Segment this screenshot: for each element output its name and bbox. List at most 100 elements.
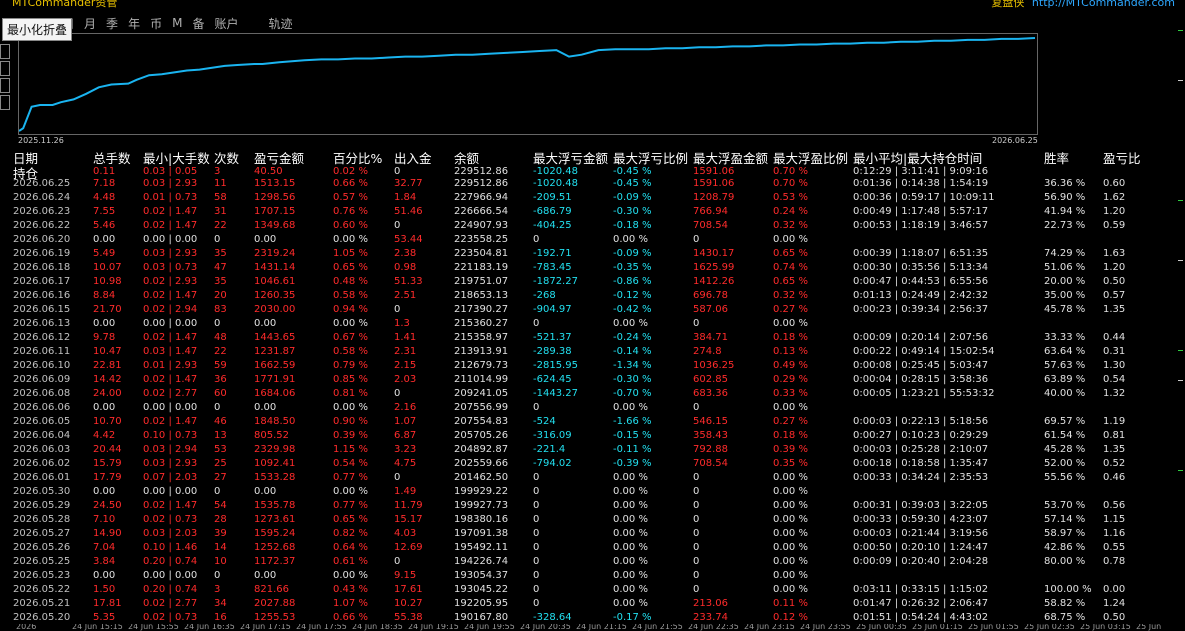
row-flow: 51.46	[394, 206, 423, 217]
row-maxddpct: -0.09 %	[613, 192, 652, 203]
row-maxddpct: 0.00 %	[613, 514, 648, 525]
row-maxddpct: 0.00 %	[613, 556, 648, 567]
row-lots: 21.70	[93, 304, 122, 315]
row-balance: 223504.81	[454, 248, 509, 259]
row-maxfp: 1208.79	[693, 192, 735, 203]
row-win: 40.00 %	[1044, 388, 1086, 399]
row-date: 2026.05.22	[13, 584, 71, 595]
row-maxdd: -1443.27	[533, 388, 578, 399]
header-maxddpct: 最大浮亏比例	[613, 151, 689, 166]
row-maxdd: -209.51	[533, 192, 572, 203]
row-pnl: 2319.24	[254, 248, 296, 259]
equity-chart	[18, 33, 1038, 135]
toolbar-icon-1[interactable]	[0, 44, 10, 59]
brand-url[interactable]: http://MTCommander.com	[1032, 0, 1175, 9]
tab-month[interactable]: 月	[84, 15, 96, 32]
row-maxddpct: -0.45 %	[613, 178, 652, 189]
row-pct: 0.43 %	[333, 584, 368, 595]
tab-currency[interactable]: 币	[150, 15, 162, 32]
row-date: 2026.06.17	[13, 276, 71, 287]
time-axis-label: 24 Jun 16:35	[184, 624, 235, 631]
row-lots: 24.50	[93, 500, 122, 511]
row-maxfp: 0	[693, 402, 700, 413]
row-maxdd: -521.37	[533, 332, 572, 343]
row-pf: 0.44	[1103, 332, 1126, 343]
row-hold: 0:00:49 | 1:17:48 | 5:57:17	[853, 206, 989, 217]
tab-quarter[interactable]: 季	[106, 15, 118, 32]
row-maxdd: -1872.27	[533, 276, 578, 287]
row-maxddpct: -0.14 %	[613, 346, 652, 357]
row-pct: 0.65 %	[333, 262, 368, 273]
row-maxfppct: 0.35 %	[773, 458, 808, 469]
tab-notes[interactable]: 备	[192, 15, 204, 32]
header-pf: 盈亏比	[1103, 151, 1141, 166]
row-lots: 20.44	[93, 444, 122, 455]
tab-m[interactable]: M	[172, 16, 182, 30]
row-balance: 190167.80	[454, 612, 509, 623]
row-win: 45.78 %	[1044, 304, 1086, 315]
row-pf: 1.62	[1103, 192, 1126, 203]
row-minmax: 0.02 | 0.73	[143, 612, 198, 623]
row-win: 80.00 %	[1044, 556, 1086, 567]
row-pct: 0.77 %	[333, 472, 368, 483]
row-maxfp: 792.88	[693, 444, 728, 455]
toolbar-icon-3[interactable]	[0, 78, 10, 93]
row-maxfppct: 0.49 %	[773, 360, 808, 371]
row-pct: 0.67 %	[333, 332, 368, 343]
row-minmax: 0.00 | 0.00	[143, 402, 198, 413]
row-minmax: 0.02 | 2.77	[143, 388, 198, 399]
row-maxddpct: -0.86 %	[613, 276, 652, 287]
row-minmax: 0.02 | 2.94	[143, 304, 198, 315]
row-minmax: 0.02 | 1.47	[143, 206, 198, 217]
row-maxfp: 213.06	[693, 598, 728, 609]
row-pct: 0.66 %	[333, 612, 368, 623]
row-count: 0	[214, 486, 221, 497]
toolbar-icon-4[interactable]	[0, 95, 10, 110]
tab-account[interactable]: 账户	[214, 15, 238, 32]
row-pnl: 1662.59	[254, 360, 296, 371]
row-pct: 0.64 %	[333, 542, 368, 553]
row-date: 2026.06.10	[13, 360, 71, 371]
row-maxdd: 0	[533, 570, 540, 581]
row-minmax: 0.02 | 2.93	[143, 276, 198, 287]
row-count: 25	[214, 458, 227, 469]
row-lots: 5.46	[93, 220, 116, 231]
row-pf: 0.78	[1103, 556, 1126, 567]
row-pnl: 1595.24	[254, 528, 296, 539]
row-balance: 193054.37	[454, 570, 509, 581]
period-tabs: 日 周 月 季 年 币 M 备 账户 轨迹	[40, 12, 303, 34]
row-pnl: 1255.53	[254, 612, 296, 623]
row-date: 2026.06.18	[13, 262, 71, 273]
row-maxddpct: 0.00 %	[613, 570, 648, 581]
row-minmax: 0.03 | 2.94	[143, 444, 198, 455]
row-pct: 0.54 %	[333, 458, 368, 469]
row-maxdd: 0	[533, 472, 540, 483]
row-count: 39	[214, 528, 227, 539]
row-pnl: 0.00	[254, 570, 277, 581]
holding-lots: 0.11	[93, 166, 116, 177]
tab-trajectory[interactable]: 轨迹	[268, 15, 292, 32]
row-minmax: 0.02 | 1.47	[143, 332, 198, 343]
row-pf: 1.30	[1103, 360, 1126, 371]
row-flow: 2.03	[394, 374, 417, 385]
row-flow: 10.27	[394, 598, 423, 609]
row-hold: 0:00:33 | 0:59:30 | 4:23:07	[853, 514, 989, 525]
toolbar-icon-2[interactable]	[0, 61, 10, 76]
row-lots: 22.81	[93, 360, 122, 371]
row-flow: 15.17	[394, 514, 423, 525]
row-balance: 209241.05	[454, 388, 509, 399]
row-pnl: 1172.37	[254, 556, 296, 567]
row-maxfppct: 0.27 %	[773, 304, 808, 315]
row-minmax: 0.20 | 0.74	[143, 556, 198, 567]
row-flow: 0	[394, 556, 401, 567]
row-count: 58	[214, 192, 227, 203]
row-count: 47	[214, 262, 227, 273]
row-pct: 1.15 %	[333, 444, 368, 455]
tab-year[interactable]: 年	[128, 15, 140, 32]
row-maxfp: 358.43	[693, 430, 728, 441]
row-count: 59	[214, 360, 227, 371]
row-hold: 0:00:09 | 0:20:40 | 2:04:28	[853, 556, 989, 567]
time-axis-label: 24 Jun 23:15	[744, 624, 795, 631]
row-maxdd: -904.97	[533, 304, 572, 315]
row-flow: 17.61	[394, 584, 423, 595]
